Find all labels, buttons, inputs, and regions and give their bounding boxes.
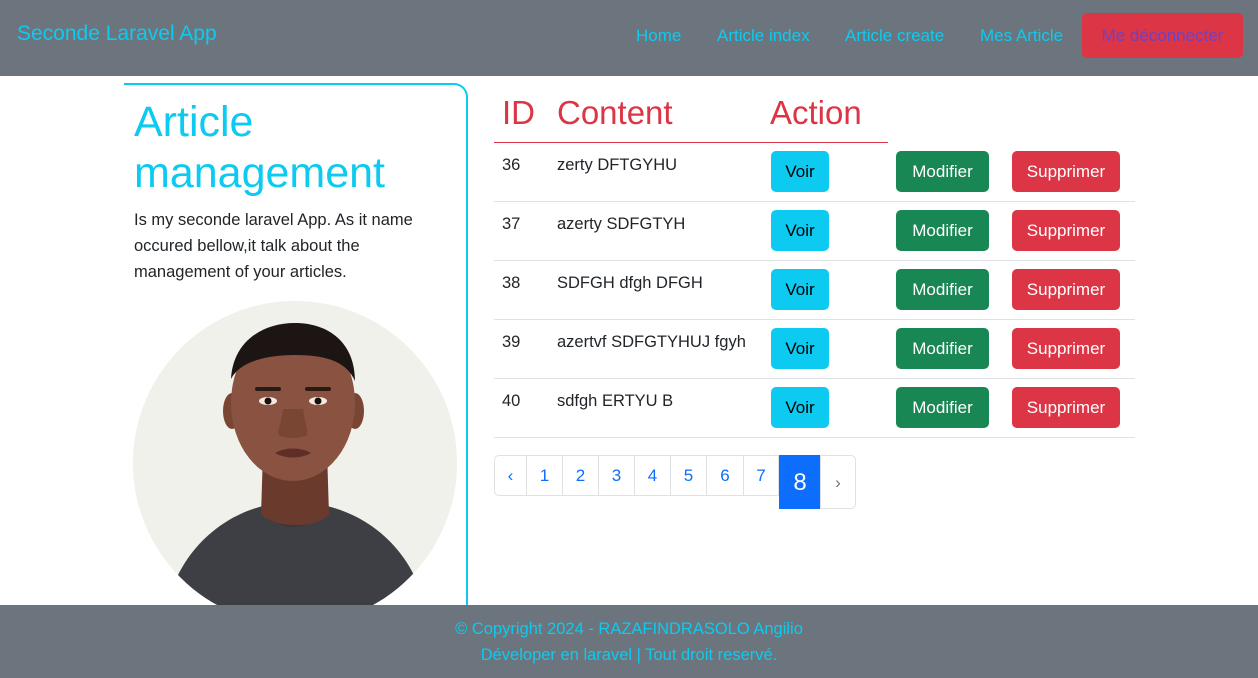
edit-button[interactable]: Modifier <box>896 328 989 369</box>
avatar <box>133 301 457 623</box>
nav-link-article-create[interactable]: Article create <box>845 26 944 46</box>
page-title: Article management <box>134 98 385 197</box>
column-header-id: ID <box>502 94 535 131</box>
article-id: 38 <box>502 274 521 292</box>
footer: © Copyright 2024 - RAZAFINDRASOLO Angili… <box>0 605 1258 678</box>
delete-button[interactable]: Supprimer <box>1012 328 1120 369</box>
delete-button[interactable]: Supprimer <box>1012 151 1120 192</box>
table-row: 40 sdfgh ERTYU B Voir Modifier Supprimer <box>494 379 1135 438</box>
column-header-action: Action <box>770 94 862 131</box>
pagination-page-3[interactable]: 3 <box>598 455 635 496</box>
view-button[interactable]: Voir <box>771 151 829 192</box>
pagination-page-current[interactable]: 8 <box>779 455 821 509</box>
avatar-portrait-icon <box>133 301 457 623</box>
article-id: 40 <box>502 392 521 410</box>
nav-link-mes-article[interactable]: Mes Article <box>980 26 1063 46</box>
brand-link[interactable]: Seconde Laravel App <box>17 22 217 46</box>
article-id: 37 <box>502 215 521 233</box>
view-button[interactable]: Voir <box>771 269 829 310</box>
article-content: zerty DFTGYHU <box>557 156 678 174</box>
view-button[interactable]: Voir <box>771 210 829 251</box>
article-content: sdfgh ERTYU B <box>557 392 674 410</box>
view-button[interactable]: Voir <box>771 387 829 428</box>
delete-button[interactable]: Supprimer <box>1012 387 1120 428</box>
table-row: 38 SDFGH dfgh DFGH Voir Modifier Supprim… <box>494 261 1135 320</box>
article-content: azertvf SDFGTYHUJ fgyh <box>557 333 746 351</box>
column-header-content: Content <box>557 94 673 131</box>
logout-button[interactable]: Me déconnecter <box>1082 13 1243 58</box>
footer-credits: Déveloper en laravel | Tout droit reserv… <box>480 646 778 664</box>
pagination-page-7[interactable]: 7 <box>743 455 779 496</box>
delete-button[interactable]: Supprimer <box>1012 269 1120 310</box>
article-id: 36 <box>502 156 521 174</box>
pagination-page-2[interactable]: 2 <box>562 455 599 496</box>
pagination-page-6[interactable]: 6 <box>706 455 744 496</box>
footer-copyright: © Copyright 2024 - RAZAFINDRASOLO Angili… <box>455 620 803 638</box>
pagination-page-1[interactable]: 1 <box>526 455 563 496</box>
edit-button[interactable]: Modifier <box>896 387 989 428</box>
intro-description: Is my seconde laravel App. As it name oc… <box>134 211 413 281</box>
nav-link-article-index[interactable]: Article index <box>717 26 810 46</box>
article-content: SDFGH dfgh DFGH <box>557 274 703 292</box>
delete-button[interactable]: Supprimer <box>1012 210 1120 251</box>
edit-button[interactable]: Modifier <box>896 269 989 310</box>
pagination-page-5[interactable]: 5 <box>670 455 707 496</box>
pagination-next[interactable]: › <box>820 455 856 509</box>
view-button[interactable]: Voir <box>771 328 829 369</box>
table-row: 39 azertvf SDFGTYHUJ fgyh Voir Modifier … <box>494 320 1135 379</box>
pagination-page-4[interactable]: 4 <box>634 455 671 496</box>
article-content: azerty SDFGTYH <box>557 215 686 233</box>
intro-card: Article management Is my seconde laravel… <box>124 83 468 623</box>
article-id: 39 <box>502 333 521 351</box>
edit-button[interactable]: Modifier <box>896 151 989 192</box>
pagination-prev[interactable]: ‹ <box>494 455 527 496</box>
edit-button[interactable]: Modifier <box>896 210 989 251</box>
table-row: 37 azerty SDFGTYH Voir Modifier Supprime… <box>494 202 1135 261</box>
nav-link-home[interactable]: Home <box>636 26 681 46</box>
navbar: Seconde Laravel App Home Article index A… <box>0 0 1258 76</box>
table-row: 36 zerty DFTGYHU Voir Modifier Supprimer <box>494 143 1135 202</box>
